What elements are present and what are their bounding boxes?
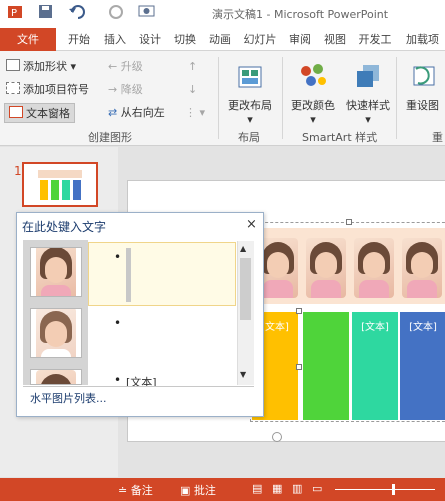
slide-thumbnail[interactable] xyxy=(22,162,98,207)
tab-insert[interactable]: 插入 xyxy=(100,28,130,51)
ribbon-tabs: 文件 开始 插入 设计 切换 动画 幻灯片 审阅 视图 开发工 加载项 xyxy=(0,28,445,51)
slideshow-icon[interactable] xyxy=(138,4,156,24)
add-shape-icon xyxy=(6,59,20,71)
change-colors-button[interactable]: 更改颜色 ▾ xyxy=(285,55,341,126)
comments-button[interactable]: ▣ 批注 xyxy=(180,482,216,498)
text-pane-row-selected[interactable] xyxy=(88,242,236,306)
tab-review[interactable]: 审阅 xyxy=(285,28,315,51)
group-separator xyxy=(282,57,283,139)
scroll-down-icon[interactable]: ▼ xyxy=(240,370,246,379)
svg-text:P: P xyxy=(11,8,17,19)
rtl-button[interactable]: ⇄ 从右向左 xyxy=(108,103,165,123)
bullet: • xyxy=(114,250,122,264)
demote-button[interactable]: → 降级 xyxy=(108,80,143,100)
window-title: 演示文稿1 - Microsoft PowerPoint xyxy=(212,8,389,21)
tab-view[interactable]: 视图 xyxy=(320,28,350,51)
rotate-handle[interactable] xyxy=(272,432,282,442)
promote-icon: ← xyxy=(108,60,118,73)
tab-slideshow[interactable]: 幻灯片 xyxy=(240,28,280,51)
normal-view-icon[interactable]: ▤ xyxy=(252,482,262,495)
group-label-create: 创建图形 xyxy=(88,131,132,144)
layout-arrange-button[interactable]: ⋮ ▾ xyxy=(185,103,205,123)
scroll-up-icon[interactable]: ▲ xyxy=(240,244,246,253)
text-pane-title: 在此处键入文字 xyxy=(22,220,107,234)
color-icon xyxy=(296,57,330,93)
add-bullet-icon xyxy=(6,82,20,94)
text-pane-button[interactable]: 文本窗格 xyxy=(4,103,75,123)
move-down-button[interactable]: ↓ xyxy=(188,80,197,100)
picture-placeholder[interactable] xyxy=(30,308,82,358)
change-layout-button[interactable]: 更改布局 ▾ xyxy=(222,55,278,126)
add-shape-button[interactable]: 添加形状 ▾ xyxy=(6,57,76,77)
resize-handle[interactable] xyxy=(296,308,302,314)
quick-styles-button[interactable]: 快速样式 ▾ xyxy=(340,55,396,126)
zoom-slider-thumb[interactable] xyxy=(392,484,395,495)
promote-button[interactable]: ← 升级 xyxy=(108,57,143,77)
scrollbar-thumb[interactable] xyxy=(240,258,251,320)
demote-icon: → xyxy=(108,83,118,96)
bullet: • xyxy=(114,316,122,330)
text-cursor xyxy=(126,248,131,302)
text-pane-icon xyxy=(9,106,23,118)
slide-number: 1 xyxy=(14,164,22,178)
comments-icon: ▣ xyxy=(180,484,191,497)
tab-addins[interactable]: 加载项 xyxy=(400,28,445,51)
tab-animations[interactable]: 动画 xyxy=(205,28,235,51)
slide-sorter-icon[interactable]: ▦ xyxy=(272,482,282,495)
reset-icon xyxy=(406,57,440,93)
picture-placeholder[interactable] xyxy=(30,369,82,385)
notes-button[interactable]: ≐ 备注 xyxy=(118,482,153,498)
layout-name-link[interactable]: 水平图片列表... xyxy=(30,390,107,406)
group-separator xyxy=(218,57,219,139)
tab-design[interactable]: 设计 xyxy=(135,28,165,51)
group-separator xyxy=(396,57,397,139)
tab-developer[interactable]: 开发工 xyxy=(355,28,395,51)
undo-icon[interactable] xyxy=(68,4,88,24)
add-bullet-button[interactable]: 添加项目符号 xyxy=(6,80,89,100)
close-icon[interactable]: × xyxy=(246,217,257,232)
group-label-reset: 重 xyxy=(432,131,443,144)
app-icon[interactable]: P xyxy=(8,4,24,24)
bullet: • xyxy=(114,373,122,387)
ribbon: 添加形状 ▾ 添加项目符号 文本窗格 ← 升级 → 降级 ⇄ 从右向左 ↑ ↓ … xyxy=(0,51,445,146)
tab-home[interactable]: 开始 xyxy=(64,28,94,51)
picture-placeholder[interactable] xyxy=(30,247,82,297)
zoom-slider[interactable] xyxy=(335,489,435,490)
tab-file[interactable]: 文件 xyxy=(0,28,56,51)
resize-handle[interactable] xyxy=(346,219,352,225)
move-up-button[interactable]: ↑ xyxy=(188,57,197,77)
reading-view-icon[interactable]: ▥ xyxy=(292,482,302,495)
redo-icon[interactable] xyxy=(108,4,124,24)
tab-transitions[interactable]: 切换 xyxy=(170,28,200,51)
layout-icon xyxy=(233,57,267,93)
slideshow-view-icon[interactable]: ▭ xyxy=(312,482,322,495)
quick-style-icon xyxy=(351,57,385,93)
group-label-layout: 布局 xyxy=(238,131,260,144)
reset-graphic-button[interactable]: 重设图 xyxy=(400,55,445,113)
resize-handle[interactable] xyxy=(296,364,302,370)
rtl-icon: ⇄ xyxy=(108,106,118,119)
notes-icon: ≐ xyxy=(118,484,128,497)
group-label-smartart: SmartArt 样式 xyxy=(302,131,378,144)
smartart-selection-frame xyxy=(250,222,445,422)
save-icon[interactable] xyxy=(38,4,54,24)
